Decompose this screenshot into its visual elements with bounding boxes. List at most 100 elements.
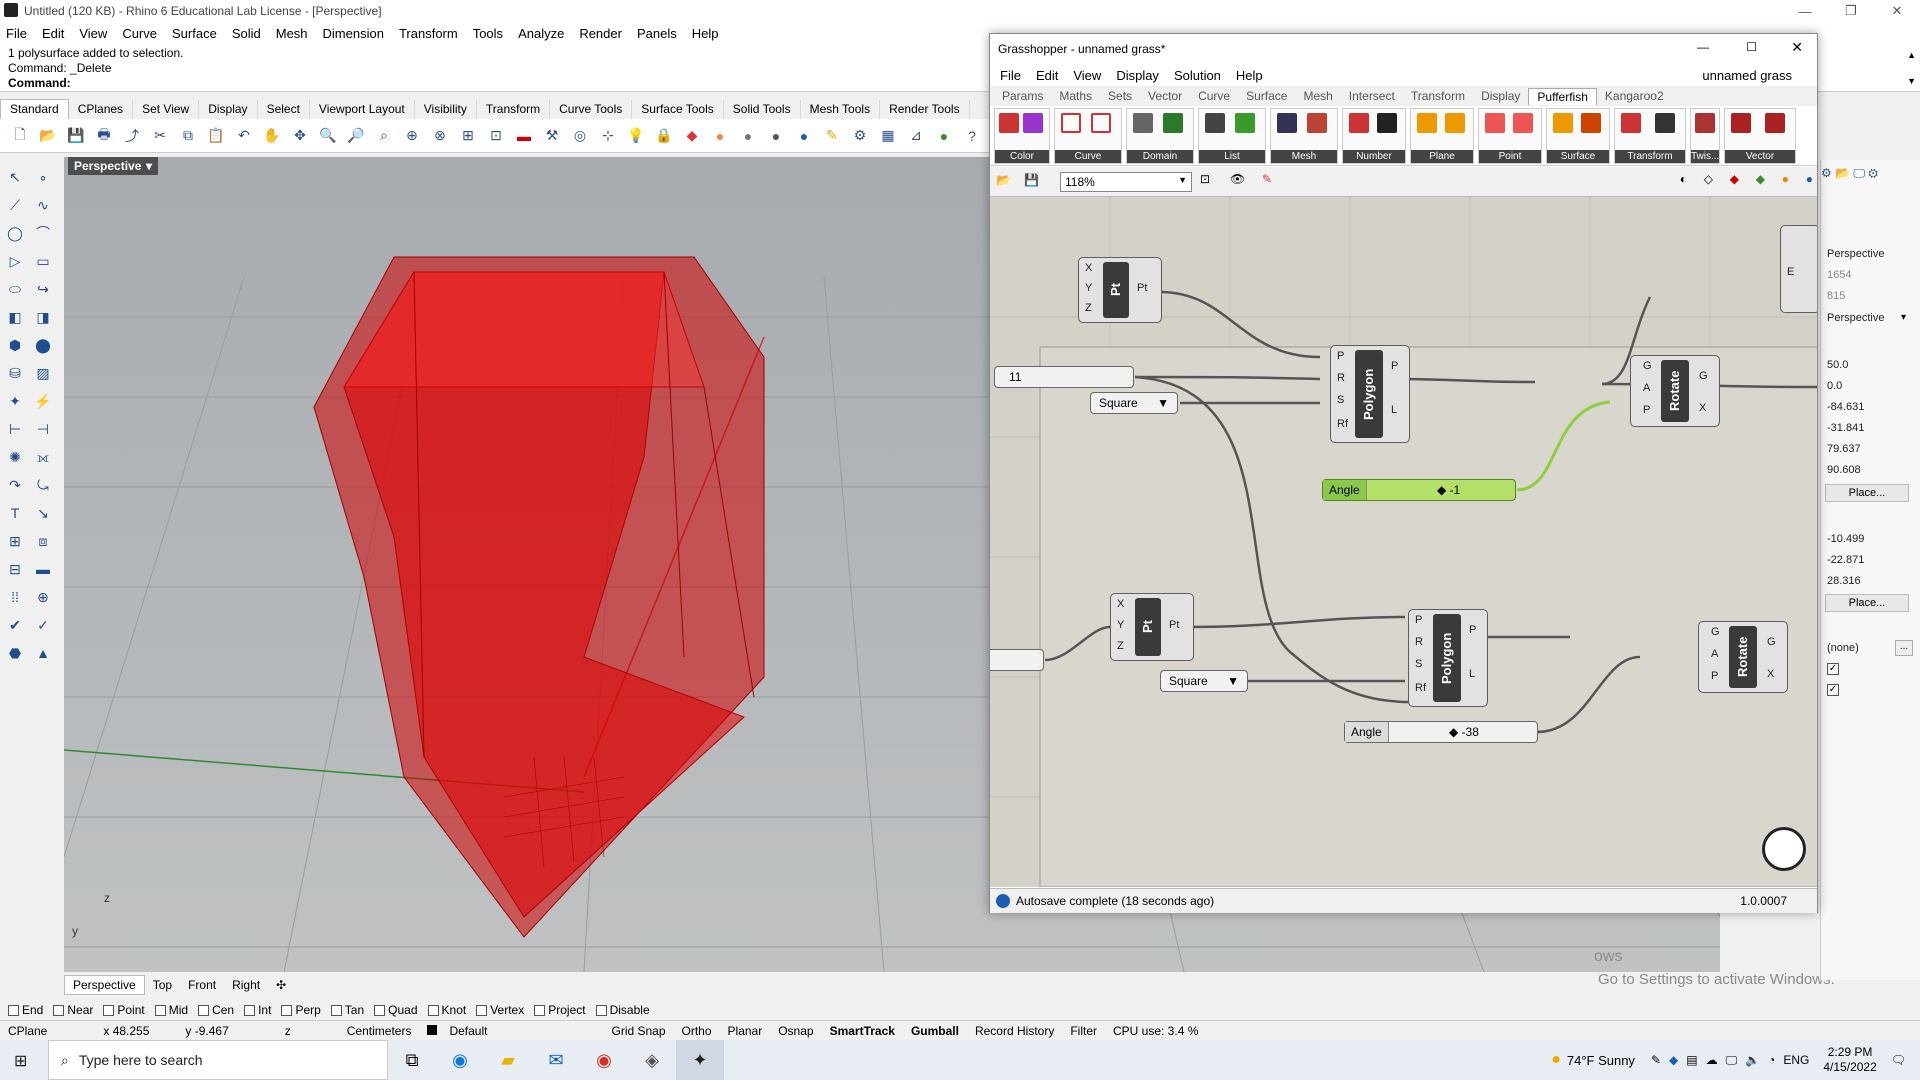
- tab-select[interactable]: Select: [258, 100, 310, 119]
- gh-save-icon[interactable]: 💾: [1024, 173, 1039, 187]
- gh-tab-sets[interactable]: Sets: [1100, 88, 1140, 104]
- prop-lens-length[interactable]: 90.608: [1827, 464, 1861, 476]
- gh-tab-display[interactable]: Display: [1473, 88, 1528, 104]
- text-icon[interactable]: T: [4, 502, 26, 524]
- menu-transform[interactable]: Transform: [399, 26, 458, 41]
- prop-target-y[interactable]: -22.871: [1827, 554, 1864, 566]
- menu-file[interactable]: File: [6, 26, 27, 41]
- gh-close-icon[interactable]: ✕: [1791, 39, 1803, 56]
- options-icon[interactable]: ▦: [876, 124, 900, 148]
- prop-rotation[interactable]: 0.0: [1827, 380, 1842, 392]
- lightning-icon[interactable]: ⚡: [32, 390, 54, 412]
- gh-maximize-icon[interactable]: ☐: [1746, 40, 1757, 54]
- measure-icon[interactable]: ⊿: [904, 124, 928, 148]
- osnap-project[interactable]: Project: [534, 1003, 586, 1017]
- explode-icon[interactable]: ✺: [4, 446, 26, 468]
- menu-surface[interactable]: Surface: [172, 26, 217, 41]
- windows-start-icon[interactable]: ⊞: [14, 1051, 27, 1071]
- sketch-pen-icon[interactable]: ✎: [1262, 172, 1272, 186]
- open-file-icon[interactable]: 📂: [36, 124, 60, 148]
- select-icon[interactable]: ↖: [4, 166, 26, 188]
- light-icon[interactable]: 💡: [624, 124, 648, 148]
- scale-icon[interactable]: ⧈: [32, 530, 54, 552]
- color-wheel-icon[interactable]: ●: [708, 124, 732, 148]
- menu-curve[interactable]: Curve: [122, 26, 157, 41]
- projection-chevron-down-icon[interactable]: ▾: [1901, 312, 1906, 323]
- gh-tab-maths[interactable]: Maths: [1051, 88, 1100, 104]
- ribbon-group-transform[interactable]: Transform: [1614, 108, 1686, 164]
- weather-text[interactable]: 74°F Sunny: [1567, 1053, 1635, 1068]
- grasshopper-icon[interactable]: ●: [932, 124, 956, 148]
- prop-lens[interactable]: 50.0: [1827, 359, 1848, 371]
- tray-pen-icon[interactable]: ✎: [1651, 1053, 1661, 1067]
- ribbon-group-number[interactable]: Number: [1342, 108, 1406, 164]
- layers-icon[interactable]: ◆: [680, 124, 704, 148]
- selected-preview-icon[interactable]: ◆: [1756, 172, 1765, 186]
- toggle-gumball[interactable]: Gumball: [903, 1024, 967, 1038]
- join-icon[interactable]: ⟗: [32, 446, 54, 468]
- viewport-menu-chevron-icon[interactable]: ▾: [146, 159, 152, 173]
- file-explorer-icon[interactable]: ▰: [484, 1040, 532, 1080]
- gh-tab-intersect[interactable]: Intersect: [1341, 88, 1403, 104]
- gh-tab-transform[interactable]: Transform: [1403, 88, 1473, 104]
- mesh-icon[interactable]: ▨: [32, 362, 54, 384]
- panel-tab-icons[interactable]: ⚙ 📂 🖵 ⚙: [1821, 166, 1878, 181]
- tab-perspective[interactable]: Perspective: [64, 975, 145, 995]
- tab-top[interactable]: Top: [145, 976, 180, 994]
- place-camera-button[interactable]: Place...: [1825, 484, 1909, 502]
- construct-point-component-1[interactable]: X Y Z Pt Pt: [1078, 257, 1162, 323]
- preview-eye-icon[interactable]: 👁: [1230, 172, 1245, 186]
- toggle-osnap[interactable]: Osnap: [770, 1024, 821, 1038]
- preview-mode-icon[interactable]: ◐: [1680, 172, 1687, 186]
- render-sphere-icon[interactable]: ●: [764, 124, 788, 148]
- move-icon[interactable]: ⊞: [4, 530, 26, 552]
- canvas-navigation-widget[interactable]: [1762, 827, 1806, 871]
- command-prompt[interactable]: Command:: [8, 76, 71, 90]
- grid-snap-icon[interactable]: ⊹: [596, 124, 620, 148]
- pen-icon[interactable]: ✎: [820, 124, 844, 148]
- zoom-dynamic-icon[interactable]: ⊗: [428, 124, 452, 148]
- ribbon-group-color[interactable]: Color: [994, 108, 1050, 164]
- tray-volume-icon[interactable]: 🔈: [1745, 1053, 1760, 1067]
- named-views-icon[interactable]: ⊡: [484, 124, 508, 148]
- polygon-type-value-list-1[interactable]: Square ▼: [1090, 392, 1178, 414]
- gh-tab-curve[interactable]: Curve: [1190, 88, 1238, 104]
- cylinder-icon[interactable]: ⛁: [4, 362, 26, 384]
- gh-document-name[interactable]: unnamed grass: [1702, 68, 1792, 83]
- prop-target-z[interactable]: 28.316: [1827, 575, 1861, 587]
- rotate-component-1[interactable]: G A P Rotate G X: [1630, 355, 1720, 427]
- osnap-vertex[interactable]: Vertex: [476, 1003, 524, 1017]
- blue-sphere-icon[interactable]: ●: [792, 124, 816, 148]
- prop-camera-z[interactable]: 79.637: [1827, 443, 1861, 455]
- ribbon-group-mesh[interactable]: Mesh: [1270, 108, 1338, 164]
- tray-monitor-icon[interactable]: 🖵: [1726, 1053, 1738, 1068]
- bend-icon[interactable]: ↷: [4, 474, 26, 496]
- scroll-down-icon[interactable]: ▼: [1907, 74, 1916, 89]
- osnap-int[interactable]: Int: [244, 1003, 271, 1017]
- restore-icon[interactable]: ❐: [1828, 0, 1874, 22]
- export-icon[interactable]: ⤴: [120, 124, 144, 148]
- tab-front[interactable]: Front: [180, 976, 224, 994]
- show-checkbox[interactable]: ✓: [1827, 663, 1839, 675]
- red-polysurface[interactable]: [313, 256, 765, 938]
- material-sphere-icon[interactable]: ●: [736, 124, 760, 148]
- prop-camera-x[interactable]: -84.631: [1827, 401, 1864, 413]
- osnap-tan[interactable]: Tan: [330, 1003, 364, 1017]
- chrome-icon[interactable]: ◉: [580, 1040, 628, 1080]
- scroll-up-icon[interactable]: ▲: [1907, 48, 1916, 63]
- settings-icon[interactable]: ⚙: [848, 124, 872, 148]
- mail-icon[interactable]: ✉: [532, 1040, 580, 1080]
- osnap-knot[interactable]: Knot: [427, 1003, 466, 1017]
- gh-menu-help[interactable]: Help: [1236, 68, 1263, 83]
- help-icon[interactable]: ?: [960, 124, 984, 148]
- check-icon[interactable]: ✓: [32, 614, 54, 636]
- ribbon-group-plane[interactable]: Plane: [1410, 108, 1474, 164]
- rectangle-icon[interactable]: ▭: [32, 250, 54, 272]
- drill-icon[interactable]: ⚒: [540, 124, 564, 148]
- menu-tools[interactable]: Tools: [473, 26, 503, 41]
- toggle-record-history[interactable]: Record History: [967, 1024, 1062, 1038]
- status-layer[interactable]: Default: [419, 1024, 503, 1038]
- gh-tab-pufferfish[interactable]: Pufferfish: [1528, 87, 1597, 105]
- taskbar-search-box[interactable]: ⌕ Type here to search: [48, 1040, 388, 1080]
- tab-right[interactable]: Right: [224, 976, 268, 994]
